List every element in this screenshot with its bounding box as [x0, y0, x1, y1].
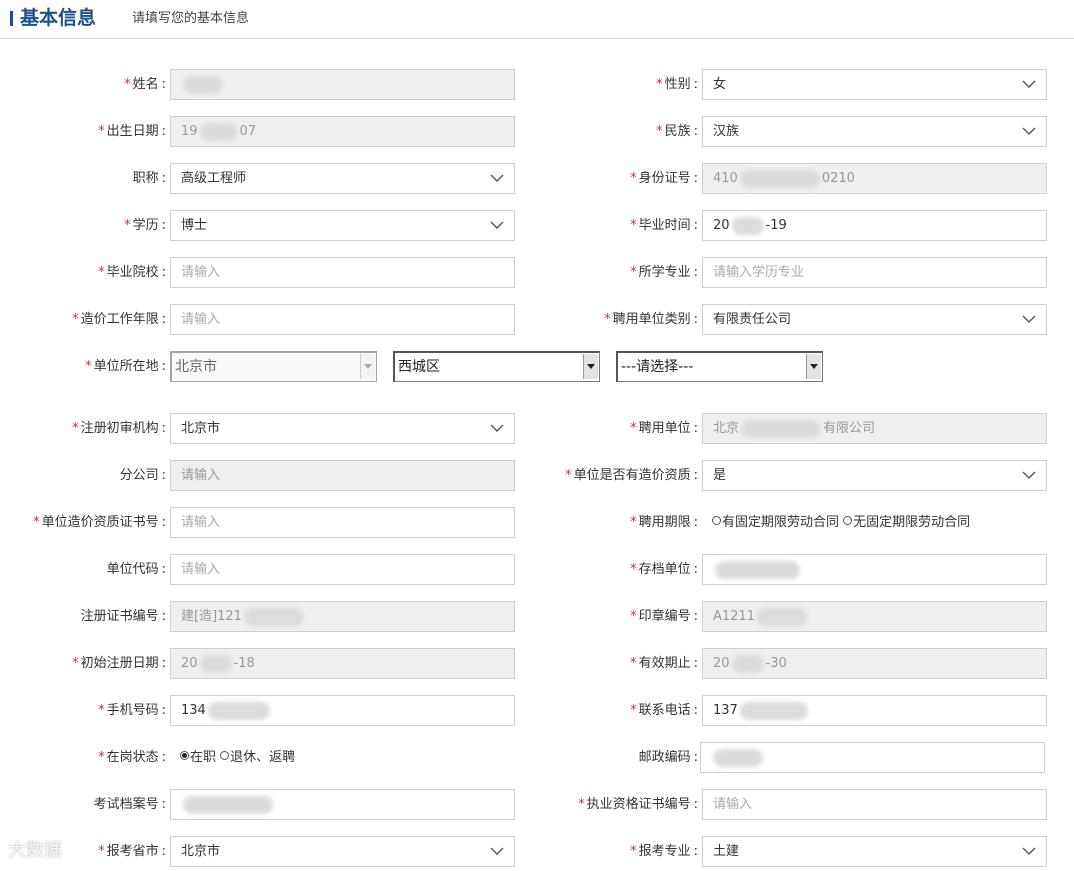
- name-label: * 姓名:: [124, 77, 166, 92]
- radio-icon: [220, 751, 230, 760]
- job-title-select[interactable]: 高级工程师: [170, 163, 515, 194]
- graduation-time-input[interactable]: 20 -19: [702, 210, 1047, 241]
- employer-type-select[interactable]: 有限责任公司: [702, 304, 1047, 335]
- chevron-down-icon: [1022, 314, 1036, 324]
- exam-archive-label: 考试档案号:: [93, 797, 166, 812]
- mobile-input[interactable]: 134: [170, 695, 515, 726]
- exam-specialty-select[interactable]: 土建: [702, 836, 1047, 867]
- postal-code-label: 邮政编码:: [638, 750, 698, 765]
- major-input[interactable]: 请输入学历专业: [702, 257, 1047, 288]
- reg-cert-label: 注册证书编号:: [80, 609, 166, 624]
- status-employed[interactable]: 在职: [180, 750, 216, 765]
- chevron-down-icon: [490, 423, 504, 433]
- graduation-time-label: * 毕业时间:: [630, 218, 698, 233]
- section-title: 基本信息: [20, 7, 97, 29]
- chevron-down-icon: [490, 173, 504, 183]
- chevron-down-icon: [490, 846, 504, 856]
- chevron-down-icon: [1022, 126, 1036, 136]
- employer-type-label: * 聘用单位类别:: [604, 312, 698, 327]
- contract-term-radios: 有固定期限劳动合同 无固定期限劳动合同: [712, 514, 970, 532]
- employer-label: * 聘用单位:: [630, 421, 698, 436]
- seal-number-field: A1211: [702, 601, 1047, 632]
- education-select[interactable]: 博士: [170, 210, 515, 241]
- qual-cert-input[interactable]: 请输入: [170, 507, 515, 538]
- contract-term-open[interactable]: 无固定期限劳动合同: [843, 515, 970, 530]
- chevron-down-icon: [1022, 79, 1036, 89]
- school-input[interactable]: 请输入: [170, 257, 515, 288]
- birth-date-label: * 出生日期:: [98, 124, 166, 139]
- radio-icon: [712, 516, 721, 525]
- expiry-date-label: * 有效期止:: [630, 656, 698, 671]
- branch-label: 分公司:: [119, 468, 166, 483]
- location-label: * 单位所在地:: [85, 359, 166, 374]
- chevron-down-icon: [1022, 470, 1036, 480]
- radio-checked-icon: [180, 751, 189, 760]
- employer-field: 北京 有限公司: [702, 413, 1047, 444]
- unit-code-input[interactable]: 请输入: [170, 554, 515, 585]
- job-title-label: 职称:: [132, 171, 166, 186]
- name-field: [170, 69, 515, 100]
- birth-date-field: 19 07: [170, 116, 515, 147]
- qualification-select[interactable]: 是: [702, 460, 1047, 491]
- contract-term-fixed[interactable]: 有固定期限劳动合同: [712, 515, 839, 530]
- archive-unit-label: * 存档单位:: [630, 562, 698, 577]
- exam-specialty-label: * 报考专业:: [630, 844, 698, 859]
- ethnic-label: * 民族:: [656, 124, 698, 139]
- qualification-label: * 单位是否有造价资质:: [565, 468, 698, 483]
- reg-org-select[interactable]: 北京市: [170, 413, 515, 444]
- watermark-logo: 大数据: [8, 840, 62, 861]
- chevron-down-icon: [490, 220, 504, 230]
- exam-archive-input[interactable]: [170, 789, 515, 820]
- init-reg-date-label: * 初始注册日期:: [72, 656, 166, 671]
- phone-input[interactable]: 137: [702, 695, 1047, 726]
- phone-label: * 联系电话:: [630, 703, 698, 718]
- gender-select[interactable]: 女: [702, 69, 1047, 100]
- radio-icon: [843, 516, 853, 525]
- id-number-label: * 身份证号:: [630, 171, 698, 186]
- contract-term-label: * 聘用期限:: [630, 515, 698, 530]
- section-header: 基本信息 请填写您的基本信息: [0, 0, 1074, 39]
- ethnic-select[interactable]: 汉族: [702, 116, 1047, 147]
- major-label: * 所学专业:: [630, 265, 698, 280]
- province-select[interactable]: 北京市: [170, 351, 377, 382]
- job-status-label: * 在岗状态:: [98, 750, 166, 765]
- education-label: * 学历:: [124, 218, 166, 233]
- reg-org-label: * 注册初审机构:: [72, 421, 166, 436]
- license-cert-label: * 执业资格证书编号:: [578, 797, 698, 812]
- exam-city-label: * 报考省市:: [98, 844, 166, 859]
- header-accent-bar: [10, 11, 13, 26]
- work-years-label: * 造价工作年限:: [72, 312, 166, 327]
- district-select[interactable]: 西城区: [393, 351, 600, 382]
- chevron-down-icon: [1022, 846, 1036, 856]
- status-retired[interactable]: 退休、返聘: [220, 750, 295, 765]
- work-years-input[interactable]: 请输入: [170, 304, 515, 335]
- exam-city-select[interactable]: 北京市: [170, 836, 515, 867]
- expiry-date-field: 20 -30: [702, 648, 1047, 679]
- archive-unit-input[interactable]: [702, 554, 1047, 585]
- school-label: * 毕业院校:: [98, 265, 166, 280]
- id-number-field: 410 0210: [702, 163, 1047, 194]
- mobile-label: * 手机号码:: [98, 703, 166, 718]
- gender-label: * 性别:: [656, 77, 698, 92]
- qual-cert-label: * 单位造价资质证书号:: [33, 515, 166, 530]
- job-status-radios: 在职 退休、返聘: [180, 749, 295, 767]
- seal-number-label: * 印章编号:: [630, 609, 698, 624]
- street-select[interactable]: ---请选择---: [616, 351, 823, 382]
- postal-code-input[interactable]: [700, 742, 1045, 773]
- branch-field: 请输入: [170, 460, 515, 491]
- unit-code-label: 单位代码:: [106, 562, 166, 577]
- reg-cert-field: 建[造]121: [170, 601, 515, 632]
- license-cert-input[interactable]: 请输入: [702, 789, 1047, 820]
- init-reg-date-field: 20 -18: [170, 648, 515, 679]
- section-subtitle: 请填写您的基本信息: [132, 11, 250, 26]
